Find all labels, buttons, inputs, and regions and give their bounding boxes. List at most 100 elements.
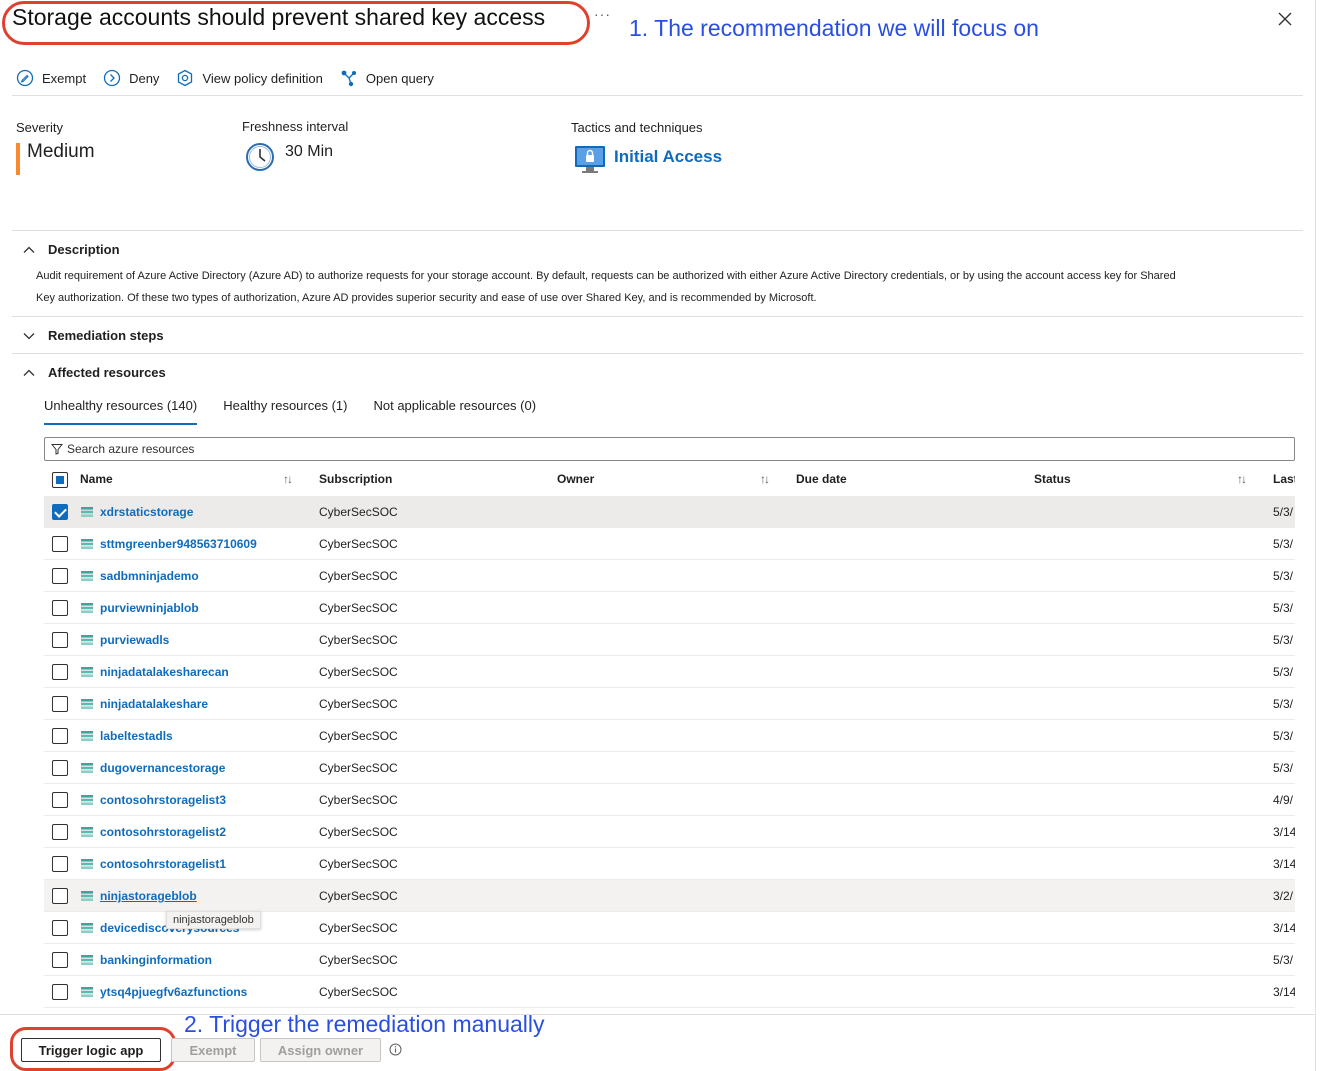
resource-name-link[interactable]: sttmgreenber948563710609 <box>100 537 257 551</box>
select-all-checkbox[interactable] <box>52 472 68 488</box>
search-input[interactable]: Search azure resources <box>44 437 1295 461</box>
resource-name-link[interactable]: ninjadatalakesharecan <box>100 665 229 679</box>
resource-name-link[interactable]: contosohrstoragelist2 <box>100 825 226 839</box>
table-row[interactable]: ytsq4pjuegfv6azfunctions CyberSecSOC 3/14 <box>44 976 1295 1008</box>
row-checkbox[interactable] <box>52 888 68 904</box>
column-header-subscription[interactable]: Subscription <box>319 472 392 486</box>
table-row[interactable]: ninjastorageblob CyberSecSOC 3/2/ <box>44 880 1295 912</box>
table-row[interactable]: contosohrstoragelist1 CyberSecSOC 3/14 <box>44 848 1295 880</box>
resource-name-link[interactable]: contosohrstoragelist3 <box>100 793 226 807</box>
column-header-status[interactable]: Status <box>1034 472 1071 486</box>
table-row[interactable]: xdrstaticstorage CyberSecSOC 5/3/ <box>44 496 1295 528</box>
row-checkbox[interactable] <box>52 632 68 648</box>
affected-resources-section-toggle[interactable]: Affected resources <box>22 365 166 380</box>
divider <box>12 230 1303 231</box>
sort-icon[interactable]: ↑↓ <box>760 472 770 486</box>
table-row[interactable]: bankinginformation CyberSecSOC 5/3/ <box>44 944 1295 976</box>
close-icon[interactable] <box>1278 8 1292 30</box>
monitor-lock-icon <box>574 145 606 180</box>
table-row[interactable]: dugovernancestorage CyberSecSOC 5/3/ <box>44 752 1295 784</box>
remediation-section-toggle[interactable]: Remediation steps <box>22 328 164 343</box>
column-header-name[interactable]: Name <box>80 472 113 486</box>
table-row[interactable]: sttmgreenber948563710609 CyberSecSOC 5/3/ <box>44 528 1295 560</box>
column-header-last[interactable]: Last <box>1273 472 1295 486</box>
resource-name-link[interactable]: ytsq4pjuegfv6azfunctions <box>100 985 247 999</box>
deny-icon <box>103 69 121 87</box>
row-checkbox[interactable] <box>52 600 68 616</box>
row-checkbox[interactable] <box>52 856 68 872</box>
storage-account-icon <box>81 699 93 709</box>
open-query-button[interactable]: Open query <box>340 69 434 87</box>
row-checkbox[interactable] <box>52 664 68 680</box>
resource-name-link[interactable]: bankinginformation <box>100 953 212 967</box>
column-header-due-date[interactable]: Due date <box>796 472 847 486</box>
view-policy-definition-button[interactable]: View policy definition <box>176 69 323 87</box>
description-line-2: Key authorization. Of these two types of… <box>36 292 817 304</box>
table-row[interactable]: contosohrstoragelist2 CyberSecSOC 3/14 <box>44 816 1295 848</box>
exempt-button[interactable]: Exempt <box>16 69 86 87</box>
storage-account-icon <box>81 603 93 613</box>
table-row[interactable]: labeltestadls CyberSecSOC 5/3/ <box>44 720 1295 752</box>
assign-owner-button[interactable]: Assign owner <box>260 1038 381 1062</box>
last-change-cell: 5/3/ <box>1273 761 1294 775</box>
subscription-cell: CyberSecSOC <box>319 985 398 999</box>
sort-icon[interactable]: ↑↓ <box>283 472 293 486</box>
annotation-text-1: 1. The recommendation we will focus on <box>629 15 1039 41</box>
table-row[interactable]: purviewadls CyberSecSOC 5/3/ <box>44 624 1295 656</box>
row-checkbox[interactable] <box>52 536 68 552</box>
tooltip: ninjastorageblob <box>166 911 261 929</box>
last-change-cell: 3/14 <box>1273 825 1295 839</box>
row-checkbox[interactable] <box>52 952 68 968</box>
subscription-cell: CyberSecSOC <box>319 697 398 711</box>
deny-button[interactable]: Deny <box>103 69 159 87</box>
table-row[interactable]: ninjadatalakeshare CyberSecSOC 5/3/ <box>44 688 1295 720</box>
row-checkbox[interactable] <box>52 760 68 776</box>
resource-name-link[interactable]: labeltestadls <box>100 729 173 743</box>
subscription-cell: CyberSecSOC <box>319 761 398 775</box>
exempt-footer-button[interactable]: Exempt <box>171 1038 255 1062</box>
row-checkbox[interactable] <box>52 696 68 712</box>
divider <box>12 353 1303 354</box>
resource-name-link[interactable]: dugovernancestorage <box>100 761 225 775</box>
resource-name-link[interactable]: contosohrstoragelist1 <box>100 857 226 871</box>
tactic-initial-access-link[interactable]: Initial Access <box>614 147 722 167</box>
subscription-cell: CyberSecSOC <box>319 953 398 967</box>
last-change-cell: 3/14 <box>1273 985 1295 999</box>
resource-name-link[interactable]: sadbmninjademo <box>100 569 199 583</box>
resource-table-body: xdrstaticstorage CyberSecSOC 5/3/sttmgreen… <box>44 496 1295 1008</box>
resource-name-link[interactable]: ninjadatalakeshare <box>100 697 208 711</box>
description-section-toggle[interactable]: Description <box>22 242 120 257</box>
sort-icon[interactable]: ↑↓ <box>1237 472 1247 486</box>
row-checkbox[interactable] <box>52 504 68 520</box>
row-checkbox[interactable] <box>52 568 68 584</box>
column-header-owner[interactable]: Owner <box>557 472 594 486</box>
row-checkbox[interactable] <box>52 728 68 744</box>
resource-name-link[interactable]: purviewninjablob <box>100 601 199 615</box>
table-row[interactable]: ninjadatalakesharecan CyberSecSOC 5/3/ <box>44 656 1295 688</box>
subscription-cell: CyberSecSOC <box>319 537 398 551</box>
row-checkbox[interactable] <box>52 824 68 840</box>
resource-name-link[interactable]: xdrstaticstorage <box>100 505 193 519</box>
storage-account-icon <box>81 795 93 805</box>
row-checkbox[interactable] <box>52 792 68 808</box>
command-bar: Exempt Deny View policy definition Open … <box>16 66 451 90</box>
storage-account-icon <box>81 667 93 677</box>
tab-unhealthy-resources[interactable]: Unhealthy resources (140) <box>44 398 198 425</box>
description-line-1: Audit requirement of Azure Active Direct… <box>36 270 1176 282</box>
info-icon[interactable] <box>389 1043 402 1061</box>
resource-name-link[interactable]: purviewadls <box>100 633 169 647</box>
resource-name-link[interactable]: ninjastorageblob <box>100 889 197 903</box>
row-checkbox[interactable] <box>52 920 68 936</box>
tab-not-applicable-resources[interactable]: Not applicable resources (0) <box>373 398 536 425</box>
table-row[interactable]: purviewninjablob CyberSecSOC 5/3/ <box>44 592 1295 624</box>
table-row[interactable]: contosohrstoragelist3 CyberSecSOC 4/9/ <box>44 784 1295 816</box>
tab-healthy-resources[interactable]: Healthy resources (1) <box>223 398 347 425</box>
chevron-down-icon <box>23 332 35 339</box>
more-options-button[interactable]: ··· <box>594 6 611 22</box>
last-change-cell: 4/9/ <box>1273 793 1294 807</box>
subscription-cell: CyberSecSOC <box>319 729 398 743</box>
row-checkbox[interactable] <box>52 984 68 1000</box>
exempt-icon <box>16 69 34 87</box>
table-row[interactable]: sadbmninjademo CyberSecSOC 5/3/ <box>44 560 1295 592</box>
storage-account-icon <box>81 635 93 645</box>
